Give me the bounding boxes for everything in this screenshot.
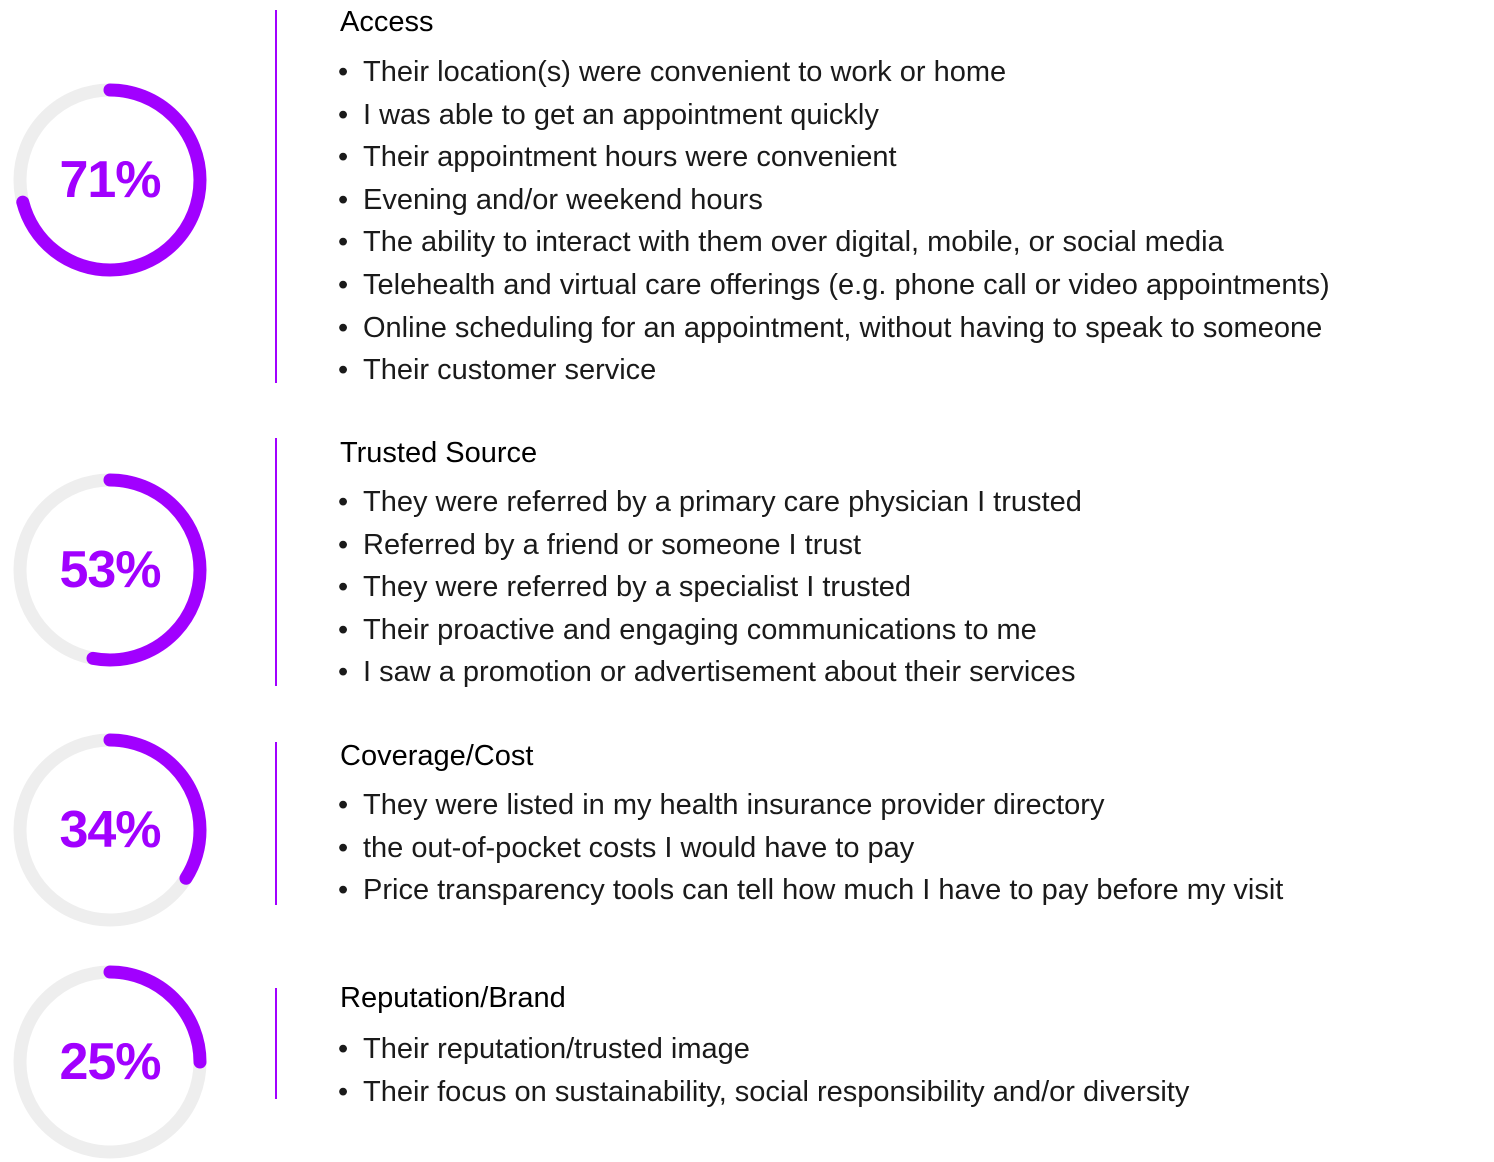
bullet-icon: •	[338, 1075, 349, 1108]
list-item-text: Their reputation/trusted image	[363, 1033, 750, 1065]
percentage-label: 25%	[59, 1033, 161, 1091]
list-item: • Their focus on sustainability, social r…	[338, 1071, 1189, 1114]
reason-list: • Their reputation/trusted image • Their f…	[338, 1028, 1189, 1113]
bullet-icon: •	[338, 1033, 349, 1065]
donut-chart: 25%	[10, 962, 210, 1162]
category-heading: Reputation/Brand	[340, 982, 566, 1014]
list-item: • Their reputation/trusted image	[338, 1028, 1189, 1071]
category-block-reputation-brand: 25% Reputation/Brand • Their reputation/t…	[0, 0, 1494, 1159]
list-item-text: Their focus on sustainability, social re…	[363, 1075, 1190, 1108]
divider-line	[275, 988, 277, 1099]
